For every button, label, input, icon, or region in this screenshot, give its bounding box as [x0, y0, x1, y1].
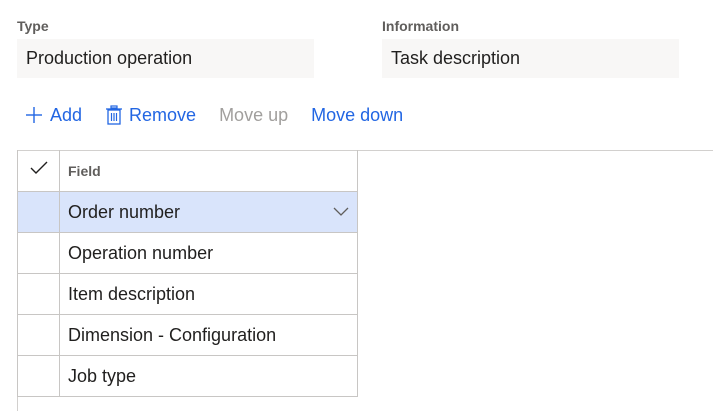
field-grid: Field Order number Operation number Item… [17, 150, 358, 397]
row-field-value: Dimension - Configuration [68, 324, 277, 345]
move-down-button[interactable]: Move down [311, 105, 403, 126]
add-button[interactable]: Add [24, 105, 82, 126]
row-select-cell[interactable] [18, 274, 60, 314]
table-row[interactable]: Operation number [17, 233, 358, 274]
table-row[interactable]: Item description [17, 274, 358, 315]
row-select-cell[interactable] [18, 315, 60, 355]
type-input[interactable]: Production operation [17, 39, 314, 78]
add-label: Add [50, 104, 83, 125]
type-label: Type [17, 18, 49, 34]
page: Type Production operation Information Ta… [0, 0, 713, 411]
row-field-cell[interactable]: Order number [60, 192, 357, 232]
information-field-group: Information Task description [382, 16, 679, 78]
row-field-cell[interactable]: Item description [60, 274, 357, 314]
trash-icon [105, 105, 123, 125]
table-row[interactable]: Order number [17, 192, 358, 233]
information-label: Information [382, 18, 459, 34]
row-select-cell[interactable] [18, 192, 60, 232]
remove-label: Remove [129, 104, 197, 125]
row-select-cell[interactable] [18, 233, 60, 273]
toolbar: Add Remove Move up Move down [24, 100, 426, 130]
grid-header-row: Field [17, 150, 358, 192]
type-field-group: Type Production operation [17, 16, 314, 78]
row-field-cell[interactable]: Operation number [60, 233, 357, 273]
move-down-label: Move down [311, 104, 404, 125]
plus-icon [24, 105, 44, 125]
row-field-value: Order number [68, 201, 181, 222]
chevron-down-icon[interactable] [333, 207, 349, 217]
row-field-cell[interactable]: Dimension - Configuration [60, 315, 357, 355]
field-column-header[interactable]: Field [60, 150, 357, 191]
move-up-button[interactable]: Move up [219, 105, 288, 126]
field-header-label: Field [68, 162, 101, 179]
table-row[interactable]: Job type [17, 356, 358, 397]
row-field-value: Item description [68, 283, 196, 304]
information-input[interactable]: Task description [382, 39, 679, 78]
move-up-label: Move up [219, 104, 289, 125]
table-row[interactable]: Dimension - Configuration [17, 315, 358, 356]
select-all-checkbox[interactable] [18, 150, 60, 191]
row-select-cell[interactable] [18, 356, 60, 396]
row-field-value: Job type [68, 365, 137, 386]
row-field-cell[interactable]: Job type [60, 356, 357, 396]
row-field-value: Operation number [68, 242, 214, 263]
checkmark-icon [30, 161, 48, 180]
remove-button[interactable]: Remove [105, 105, 196, 126]
